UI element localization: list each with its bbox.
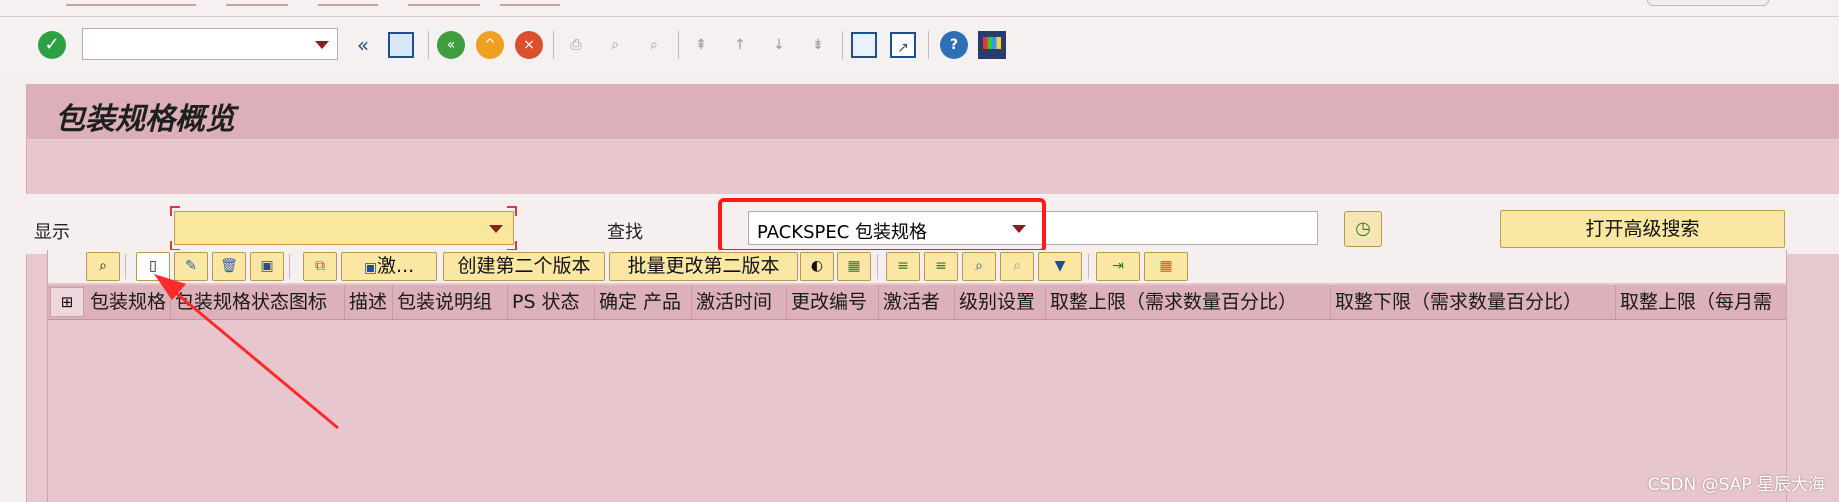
customize-layout-icon[interactable] bbox=[978, 31, 1006, 59]
separator bbox=[1088, 254, 1089, 279]
menu-item-partial[interactable] bbox=[226, 0, 288, 6]
sort-ascending-icon[interactable]: ≡ bbox=[886, 252, 920, 281]
column-header[interactable]: 确定 产品 bbox=[595, 285, 692, 319]
select-all-rows-icon[interactable]: ⊞ bbox=[50, 287, 84, 317]
new-session-icon[interactable] bbox=[851, 32, 877, 58]
enter-icon[interactable]: ✓ bbox=[38, 31, 66, 59]
application-toolbar bbox=[27, 140, 1839, 195]
column-header[interactable]: 更改编号 bbox=[787, 285, 879, 319]
shortcut-icon[interactable]: ↗ bbox=[890, 32, 916, 58]
menu-item-partial[interactable] bbox=[318, 0, 378, 6]
column-header[interactable]: 取整上限（需求数量百分比） bbox=[1046, 285, 1331, 319]
find-label: 查找 bbox=[607, 222, 643, 243]
print-icon: ⎙ bbox=[570, 37, 582, 53]
table-body bbox=[48, 320, 1786, 502]
menu-item-partial[interactable] bbox=[66, 0, 196, 6]
activate-button[interactable]: ▣激... bbox=[341, 252, 437, 281]
separator bbox=[289, 254, 290, 279]
save-icon[interactable]: ▣ bbox=[250, 252, 284, 281]
separator bbox=[877, 254, 878, 279]
results-grid: ⌕ ▯ ✎ 🗑 ▣ ⧉ ▣激... 创建第二个版本 批量更改第二版本 ◐ ▦ ≡… bbox=[47, 250, 1787, 502]
details-icon[interactable]: ⌕ bbox=[86, 252, 120, 281]
column-header[interactable]: 包装规格状态图标 bbox=[171, 285, 345, 319]
watermark: CSDN @SAP 星辰大海 bbox=[1647, 475, 1825, 495]
window-control[interactable] bbox=[1647, 0, 1769, 6]
separator bbox=[678, 31, 679, 59]
export-icon[interactable]: ⇥ bbox=[1096, 252, 1140, 281]
create-document-icon[interactable]: ▯ bbox=[136, 252, 170, 281]
column-header[interactable]: 描述 bbox=[345, 285, 393, 319]
grid-toolbar: ⌕ ▯ ✎ 🗑 ▣ ⧉ ▣激... 创建第二个版本 批量更改第二版本 ◐ ▦ ≡… bbox=[48, 250, 1786, 284]
edit-pencil-icon[interactable]: ✎ bbox=[174, 252, 208, 281]
help-icon[interactable]: ? bbox=[940, 31, 968, 59]
page-title: 包装规格概览 bbox=[55, 102, 235, 137]
column-header[interactable]: 级别设置 bbox=[955, 285, 1046, 319]
table-header: ⊞ 包装规格 包装规格状态图标 描述 包装说明组 PS 状态 确定 产品 激活时… bbox=[48, 285, 1786, 320]
find-next-icon: ⌕ bbox=[650, 37, 658, 53]
title-bar: 包装规格概览 bbox=[27, 84, 1839, 140]
focus-corner bbox=[170, 206, 180, 216]
column-header[interactable]: 激活者 bbox=[879, 285, 955, 319]
chevron-down-icon[interactable] bbox=[315, 41, 329, 49]
layout-grid-icon[interactable]: ▦ bbox=[1144, 252, 1188, 281]
column-header[interactable]: 激活时间 bbox=[692, 285, 787, 319]
mass-change-second-version-button[interactable]: 批量更改第二版本 bbox=[609, 252, 798, 281]
separator bbox=[928, 31, 929, 59]
previous-page-icon: ↑ bbox=[734, 37, 746, 53]
back-arrows-icon[interactable]: « bbox=[349, 31, 377, 59]
first-page-icon: ⇞ bbox=[695, 37, 707, 53]
focus-corner bbox=[507, 206, 517, 216]
command-field[interactable] bbox=[82, 28, 338, 60]
display-label: 显示 bbox=[34, 222, 70, 243]
menu-bar bbox=[0, 0, 1839, 17]
column-header[interactable]: PS 状态 bbox=[508, 285, 595, 319]
advanced-search-button[interactable]: 打开高级搜索 bbox=[1500, 210, 1785, 248]
menu-item-partial[interactable] bbox=[408, 0, 480, 6]
activate-label: 激... bbox=[377, 255, 415, 277]
execute-search-icon[interactable]: ◷ bbox=[1344, 211, 1382, 247]
find-next-icon: ⌕ bbox=[1000, 252, 1034, 281]
save-icon[interactable] bbox=[388, 32, 414, 58]
separator bbox=[553, 31, 554, 59]
find-icon: ⌕ bbox=[611, 37, 619, 53]
cancel-icon[interactable]: × bbox=[515, 31, 543, 59]
separator bbox=[125, 254, 126, 279]
create-second-version-button[interactable]: 创建第二个版本 bbox=[443, 252, 605, 281]
find-binoculars-icon[interactable]: ⌕ bbox=[962, 252, 996, 281]
chevron-down-icon[interactable] bbox=[489, 225, 503, 233]
menu-item-partial[interactable] bbox=[500, 0, 560, 6]
copy-icon[interactable]: ⧉ bbox=[303, 252, 337, 281]
display-dropdown[interactable] bbox=[174, 211, 514, 245]
last-page-icon: ⇟ bbox=[812, 37, 824, 53]
column-header[interactable]: 包装说明组 bbox=[393, 285, 508, 319]
back-icon[interactable]: « bbox=[437, 31, 465, 59]
toggle-view-icon[interactable]: ◐ bbox=[800, 252, 834, 281]
highlight-box bbox=[718, 198, 1046, 253]
sort-descending-icon[interactable]: ≡ bbox=[924, 252, 958, 281]
column-header[interactable]: 包装规格 bbox=[86, 285, 171, 319]
column-header[interactable]: 取整上限（每月需 bbox=[1616, 285, 1786, 319]
separator bbox=[842, 31, 843, 59]
next-page-icon: ↓ bbox=[773, 37, 785, 53]
exit-icon[interactable]: ^ bbox=[476, 31, 504, 59]
delete-trash-icon[interactable]: 🗑 bbox=[212, 252, 246, 281]
column-header[interactable]: 取整下限（需求数量百分比） bbox=[1331, 285, 1616, 319]
export-excel-icon[interactable]: ▦ bbox=[837, 252, 871, 281]
filter-icon[interactable]: ▼ bbox=[1038, 252, 1082, 281]
separator bbox=[428, 31, 429, 59]
